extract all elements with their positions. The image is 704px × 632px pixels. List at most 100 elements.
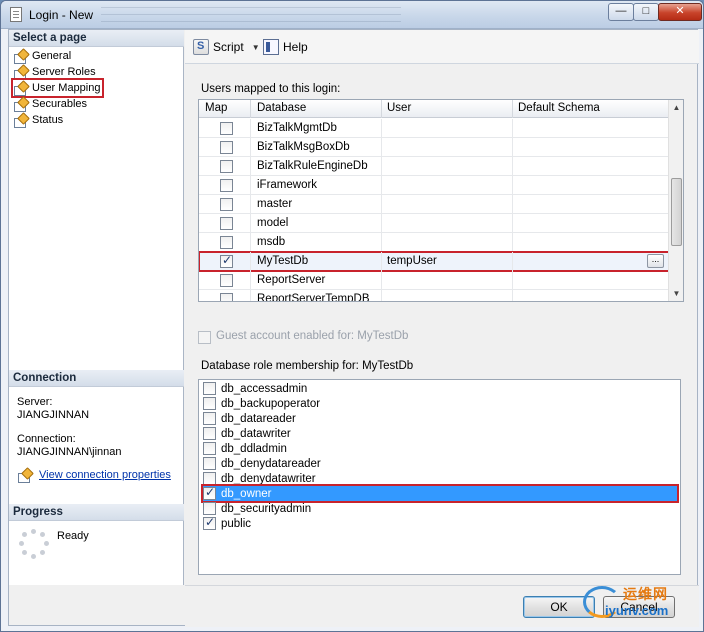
connection-header: Connection <box>9 370 184 387</box>
role-checkbox[interactable] <box>203 472 216 485</box>
list-item[interactable]: db_datawriter <box>203 426 677 441</box>
scroll-down-icon[interactable]: ▼ <box>669 286 683 301</box>
help-button[interactable]: Help <box>263 38 308 56</box>
page-icon <box>13 65 27 80</box>
database-cell: master <box>257 198 293 210</box>
role-checkbox-checked[interactable]: ✓ <box>203 485 216 500</box>
list-item[interactable]: db_ddladmin <box>203 441 677 456</box>
map-checkbox[interactable] <box>220 293 233 301</box>
list-item-selected[interactable]: ✓ db_owner <box>201 484 679 503</box>
left-pane: Select a page General Server Roles User … <box>9 30 184 585</box>
scroll-thumb[interactable] <box>671 178 682 246</box>
checkmark-icon: ✓ <box>205 515 216 529</box>
page-icon <box>13 81 27 96</box>
column-header-user[interactable]: User <box>387 102 411 114</box>
list-item[interactable]: db_securityadmin <box>203 501 677 516</box>
user-mapping-grid: Map Database User Default Schema BizTalk… <box>198 99 684 302</box>
guest-account-checkbox[interactable] <box>198 331 211 344</box>
watermark-text-cn: 运维网 <box>623 586 668 602</box>
map-checkbox[interactable] <box>220 274 233 287</box>
document-icon <box>10 7 22 22</box>
table-row[interactable]: ReportServer <box>199 271 669 290</box>
grid-header: Map Database User Default Schema <box>199 100 669 118</box>
toolbar: Script ▼ Help <box>185 30 699 64</box>
database-cell: msdb <box>257 236 286 248</box>
role-checkbox[interactable] <box>203 502 216 515</box>
page-item-general[interactable]: General <box>13 48 71 64</box>
table-row[interactable]: ReportServerTempDB <box>199 290 669 302</box>
database-cell: model <box>257 217 289 229</box>
role-membership-label: Database role membership for: MyTestDb <box>201 360 414 372</box>
map-checkbox[interactable] <box>220 236 233 249</box>
schema-browse-button[interactable]: ... <box>647 254 664 268</box>
role-checkbox[interactable] <box>203 457 216 470</box>
column-header-database[interactable]: Database <box>257 102 306 114</box>
page-icon <box>13 49 27 64</box>
database-cell: BizTalkMsgBoxDb <box>257 141 350 153</box>
list-item[interactable]: db_denydatawriter <box>203 471 677 486</box>
connection-label: Connection: <box>17 433 76 445</box>
page-item-server-roles[interactable]: Server Roles <box>13 64 96 80</box>
page-item-user-mapping[interactable]: User Mapping <box>10 78 105 98</box>
guest-account-label: Guest account enabled for: MyTestDb <box>216 330 409 342</box>
list-item[interactable]: db_accessadmin <box>203 381 677 396</box>
close-button[interactable]: ✕ <box>658 3 702 21</box>
checkmark-icon: ✓ <box>205 485 216 499</box>
table-row[interactable]: iFramework <box>199 176 669 195</box>
table-row[interactable]: BizTalkRuleEngineDb <box>199 157 669 176</box>
title-bar[interactable]: Login - New — □ ✕ <box>1 1 703 29</box>
table-row-selected[interactable]: ✓ MyTestDb tempUser ... <box>199 251 670 272</box>
role-checkbox[interactable] <box>203 442 216 455</box>
checkmark-icon: ✓ <box>222 253 233 267</box>
table-row[interactable]: model <box>199 214 669 233</box>
table-row[interactable]: BizTalkMgmtDb <box>199 119 669 138</box>
connection-value: JIANGJINNAN\jinnan <box>17 446 122 458</box>
map-checkbox[interactable] <box>220 160 233 173</box>
role-checkbox[interactable] <box>203 412 216 425</box>
table-row[interactable]: BizTalkMsgBoxDb <box>199 138 669 157</box>
table-row[interactable]: msdb <box>199 233 669 252</box>
database-cell: BizTalkMgmtDb <box>257 122 337 134</box>
map-checkbox[interactable] <box>220 179 233 192</box>
map-checkbox[interactable] <box>220 198 233 211</box>
role-checkbox[interactable] <box>203 427 216 440</box>
user-cell[interactable]: tempUser <box>387 255 437 267</box>
view-connection-properties[interactable]: View connection properties <box>17 468 171 483</box>
watermark-text-url: iyunv.com <box>605 603 669 618</box>
role-membership-list: db_accessadmin db_backupoperator db_data… <box>198 379 681 575</box>
minimize-button[interactable]: — <box>608 3 634 21</box>
server-label: Server: <box>17 396 53 408</box>
grid-scrollbar[interactable]: ▲ ▼ <box>668 100 683 301</box>
page-item-securables[interactable]: Securables <box>13 96 87 112</box>
map-checkbox[interactable] <box>220 217 233 230</box>
page-icon <box>13 113 27 128</box>
window-title: Login - New <box>29 8 94 22</box>
maximize-button[interactable]: □ <box>633 3 659 21</box>
database-cell: ReportServerTempDB <box>257 293 370 302</box>
script-button[interactable]: Script ▼ <box>193 38 260 56</box>
map-checkbox[interactable] <box>220 141 233 154</box>
role-checkbox[interactable] <box>203 397 216 410</box>
map-checkbox[interactable] <box>220 122 233 135</box>
server-value: JIANGJINNAN <box>17 409 90 421</box>
dialog-client-area: Select a page General Server Roles User … <box>8 29 699 627</box>
list-item[interactable]: ✓ public <box>203 515 677 531</box>
page-item-status[interactable]: Status <box>13 112 63 128</box>
view-connection-properties-link[interactable]: View connection properties <box>39 469 171 481</box>
list-item[interactable]: db_backupoperator <box>203 396 677 411</box>
database-cell: ReportServer <box>257 274 326 286</box>
role-checkbox-checked[interactable]: ✓ <box>203 515 216 530</box>
column-header-map[interactable]: Map <box>205 102 227 114</box>
select-page-header: Select a page <box>9 30 184 47</box>
map-checkbox-checked[interactable]: ✓ <box>220 253 233 268</box>
table-row[interactable]: master <box>199 195 669 214</box>
users-mapped-label: Users mapped to this login: <box>201 83 341 95</box>
chevron-down-icon[interactable]: ▼ <box>252 43 260 52</box>
progress-spinner-icon <box>19 529 49 559</box>
help-icon <box>263 39 279 55</box>
list-item[interactable]: db_denydatareader <box>203 456 677 471</box>
role-checkbox[interactable] <box>203 382 216 395</box>
list-item[interactable]: db_datareader <box>203 411 677 426</box>
column-header-default-schema[interactable]: Default Schema <box>518 102 600 114</box>
scroll-up-icon[interactable]: ▲ <box>669 100 683 115</box>
